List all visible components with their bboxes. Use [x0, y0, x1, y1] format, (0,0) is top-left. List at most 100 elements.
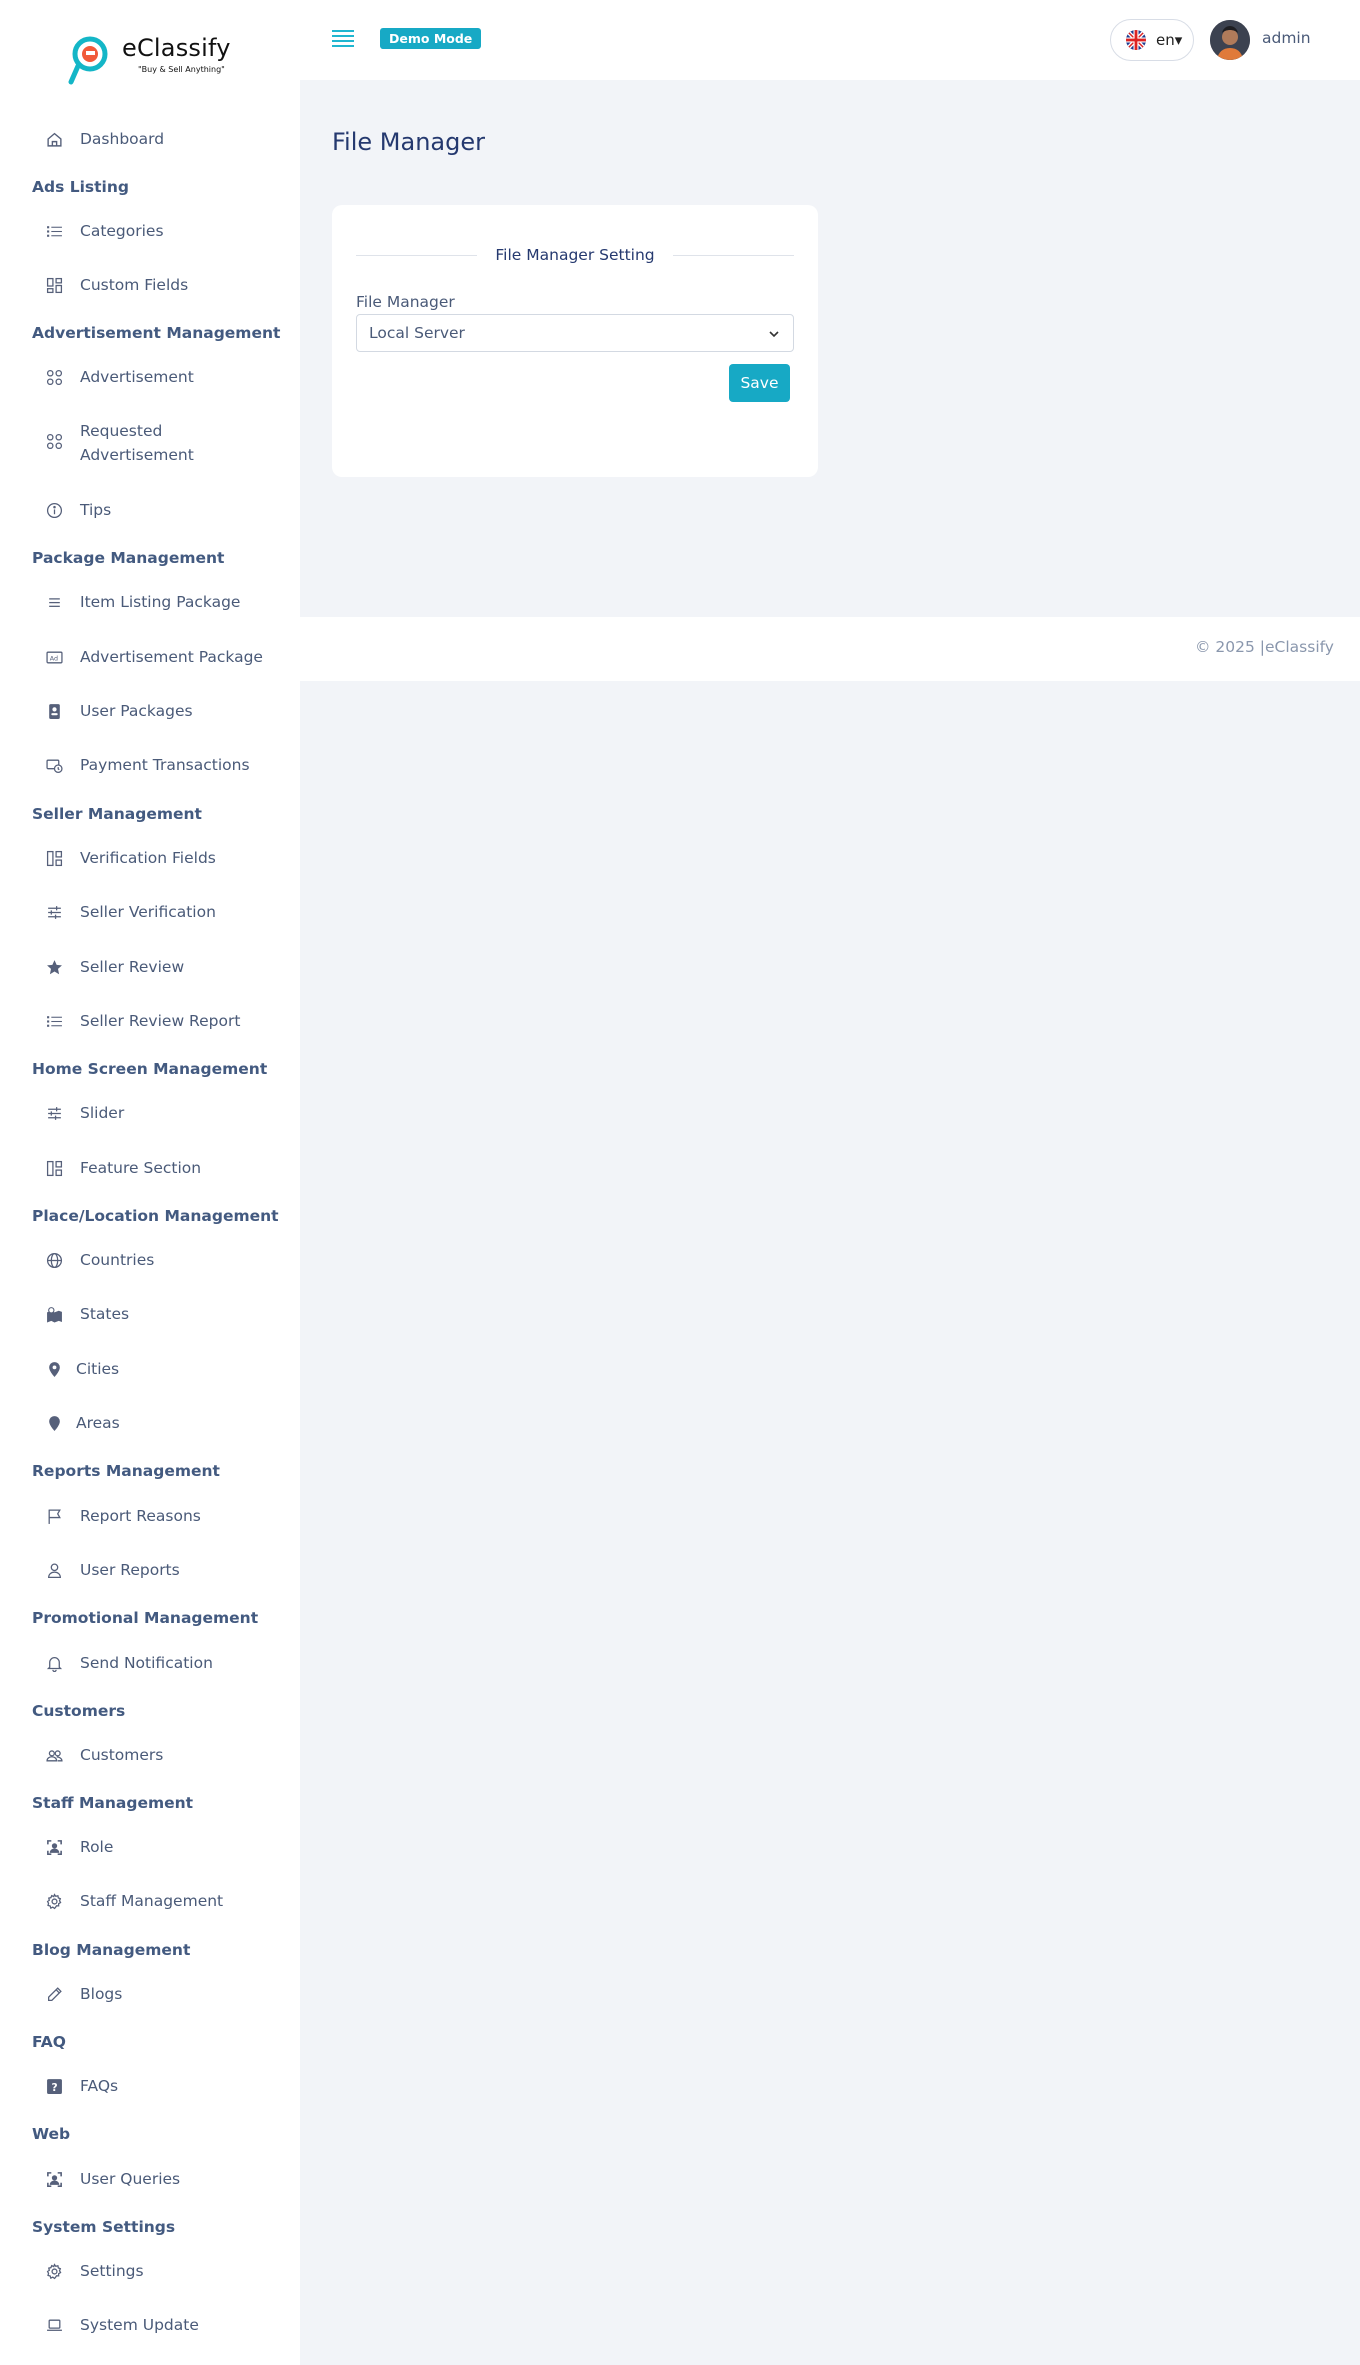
sidebar-item-faqs[interactable]: ? FAQs	[44, 2074, 284, 2098]
sidebar-item-custom-fields[interactable]: Custom Fields	[44, 273, 284, 297]
language-selector[interactable]: en▾	[1110, 19, 1194, 61]
laptop-icon	[44, 2315, 64, 2335]
file-manager-label: File Manager	[356, 293, 455, 311]
sidebar-item-countries[interactable]: Countries	[44, 1248, 284, 1272]
sidebar-item-label: User Reports	[80, 1561, 180, 1579]
sidebar-item-label: Requested Advertisement	[80, 419, 194, 467]
file-manager-card: File Manager Setting File Manager Local …	[332, 205, 818, 477]
sidebar-item-system-update[interactable]: System Update	[44, 2313, 284, 2337]
sidebar-item-label: Feature Section	[80, 1159, 202, 1177]
sidebar-item-requested-advertisement[interactable]: Requested Advertisement	[44, 419, 284, 467]
location-pin-icon	[44, 1359, 64, 1379]
sidebar-item-slider[interactable]: Slider	[44, 1101, 284, 1125]
sidebar-item-settings[interactable]: Settings	[44, 2259, 284, 2283]
avatar[interactable]	[1210, 20, 1250, 60]
user-square-icon	[44, 1837, 64, 1857]
menu-toggle-icon[interactable]	[332, 30, 354, 50]
sidebar-item-label: Advertisement	[80, 368, 194, 386]
sidebar-item-seller-review-report[interactable]: Seller Review Report	[44, 1009, 284, 1033]
sidebar-item-label: Item Listing Package	[80, 593, 241, 611]
sidebar-item-report-reasons[interactable]: Report Reasons	[44, 1504, 284, 1528]
save-button[interactable]: Save	[729, 364, 790, 402]
sidebar-section-reports-management: Reports Management	[32, 1462, 220, 1480]
footer: © 2025 |eClassify	[300, 617, 1360, 681]
chevron-down-icon	[769, 331, 779, 338]
pencil-icon	[44, 1984, 64, 2004]
map-marker-icon	[44, 1304, 64, 1324]
sidebar-item-advertisement[interactable]: Advertisement	[44, 365, 284, 389]
sidebar-item-seller-review[interactable]: Seller Review	[44, 955, 284, 979]
sidebar-item-label: Payment Transactions	[80, 756, 250, 774]
avatar-image	[1210, 20, 1250, 60]
sidebar-item-dashboard[interactable]: Dashboard	[44, 127, 284, 151]
sidebar-item-blogs[interactable]: Blogs	[44, 1982, 284, 2006]
card-title: File Manager Setting	[495, 246, 655, 264]
brand-logo[interactable]: eClassify "Buy & Sell Anything"	[68, 30, 258, 86]
sidebar-section-faq: FAQ	[32, 2033, 66, 2051]
grid-circles-icon	[44, 367, 64, 387]
card-title-row: File Manager Setting	[356, 245, 795, 265]
page-title: File Manager	[332, 128, 485, 156]
list-lines-icon	[44, 592, 64, 612]
sidebar-item-categories[interactable]: Categories	[44, 219, 284, 243]
sidebar-item-role[interactable]: Role	[44, 1835, 284, 1859]
sidebar-item-label: User Queries	[80, 2170, 181, 2188]
sidebar-item-advertisement-package[interactable]: Ad Advertisement Package	[44, 645, 284, 669]
sidebar-item-label: Verification Fields	[80, 849, 216, 867]
sidebar-item-label: Customers	[80, 1746, 164, 1764]
brand-tagline: "Buy & Sell Anything"	[138, 65, 225, 74]
sidebar-item-label: Advertisement Package	[80, 648, 263, 666]
sidebar-item-item-listing-package[interactable]: Item Listing Package	[44, 590, 284, 614]
sidebar-item-customers[interactable]: Customers	[44, 1743, 284, 1767]
bell-icon	[44, 1653, 64, 1673]
sidebar-section-place-location-management: Place/Location Management	[32, 1207, 279, 1225]
label-line-2: Advertisement	[80, 446, 194, 464]
sidebar-section-system-settings: System Settings	[32, 2218, 176, 2236]
divider	[356, 254, 478, 256]
sidebar-item-payment-transactions[interactable]: Payment Transactions	[44, 753, 284, 777]
user-square-icon	[44, 2169, 64, 2189]
svg-text:?: ?	[51, 2080, 57, 2093]
sidebar-item-tips[interactable]: Tips	[44, 498, 284, 522]
top-bar: Demo Mode en▾ admin	[300, 0, 1360, 80]
home-icon	[44, 129, 64, 149]
sidebar-section-advertisement-management: Advertisement Management	[32, 324, 281, 342]
sidebar-item-feature-section[interactable]: Feature Section	[44, 1156, 284, 1180]
sidebar-item-areas[interactable]: Areas	[44, 1411, 284, 1435]
label-line-1: Requested	[80, 422, 163, 440]
sidebar-item-label: Seller Verification	[80, 903, 216, 921]
question-square-icon: ?	[44, 2076, 64, 2096]
user-name[interactable]: admin	[1262, 29, 1311, 47]
sidebar-item-label: Settings	[80, 2262, 144, 2280]
sliders-icon	[44, 1103, 64, 1123]
sidebar-item-user-packages[interactable]: User Packages	[44, 699, 284, 723]
sidebar-item-label: States	[80, 1305, 130, 1323]
sidebar-item-send-notification[interactable]: Send Notification	[44, 1651, 284, 1675]
brand-name: eClassify	[122, 34, 231, 62]
sidebar: eClassify "Buy & Sell Anything" Dashboar…	[0, 0, 300, 2365]
file-manager-select[interactable]: Local Server	[356, 314, 794, 352]
sidebar-item-label: Role	[80, 1838, 114, 1856]
globe-icon	[44, 1250, 64, 1270]
user-icon	[44, 1560, 64, 1580]
sidebar-item-verification-fields[interactable]: Verification Fields	[44, 846, 284, 870]
divider	[672, 254, 795, 256]
sidebar-item-states[interactable]: States	[44, 1302, 284, 1326]
sidebar-section-customers: Customers	[32, 1702, 126, 1720]
ad-icon: Ad	[44, 647, 64, 667]
sidebar-item-label: Countries	[80, 1251, 155, 1269]
sidebar-item-label: User Packages	[80, 702, 193, 720]
sidebar-item-seller-verification[interactable]: Seller Verification	[44, 900, 284, 924]
info-icon	[44, 500, 64, 520]
layout-icon	[44, 848, 64, 868]
sidebar-item-cities[interactable]: Cities	[44, 1357, 284, 1381]
demo-mode-badge: Demo Mode	[380, 28, 482, 49]
footer-copyright: © 2025 |eClassify	[1194, 638, 1334, 656]
gear-icon	[44, 2261, 64, 2281]
sidebar-item-staff-management[interactable]: Staff Management	[44, 1889, 284, 1913]
sidebar-item-user-queries[interactable]: User Queries	[44, 2167, 284, 2191]
svg-text:Ad: Ad	[49, 654, 57, 662]
sidebar-section-blog-management: Blog Management	[32, 1941, 191, 1959]
logo-icon	[68, 36, 108, 85]
sidebar-item-user-reports[interactable]: User Reports	[44, 1558, 284, 1582]
